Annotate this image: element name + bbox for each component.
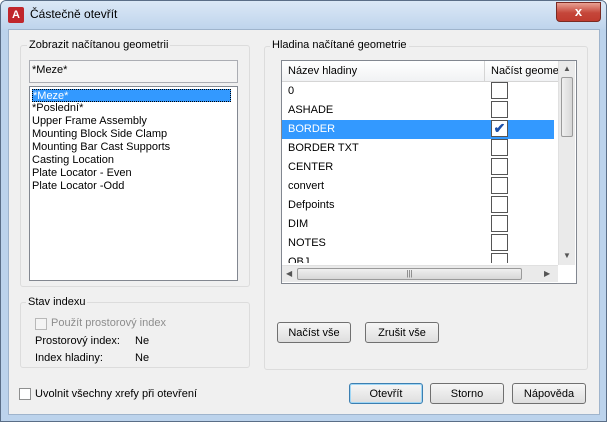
unload-xrefs-checkbox[interactable]	[19, 388, 31, 400]
dialog-client: Zobrazit načítanou geometrii *Meze* *Mez…	[8, 29, 600, 415]
index-status-group: Stav indexu Použít prostorový index Pros…	[20, 296, 250, 368]
horizontal-scroll-thumb[interactable]: |||	[297, 268, 522, 280]
layer-name: BORDER TXT	[288, 142, 359, 154]
layer-row[interactable]: ASHADE	[282, 101, 554, 120]
view-geometry-group-label: Zobrazit načítanou geometrii	[27, 39, 171, 51]
view-list-item[interactable]: Mounting Bar Cast Supports	[32, 141, 231, 154]
clear-all-button[interactable]: Zrušit vše	[365, 322, 439, 343]
title-bar[interactable]: A Částečně otevřít x	[1, 1, 606, 29]
load-geometry-checkbox[interactable]	[491, 101, 508, 118]
layer-row[interactable]: convert	[282, 177, 554, 196]
layer-geometry-group-label: Hladina načítané geometrie	[270, 39, 409, 51]
load-geometry-checkbox[interactable]	[491, 158, 508, 175]
layer-row[interactable]: OBJ	[282, 253, 554, 263]
view-geometry-group: Zobrazit načítanou geometrii *Meze* *Mez…	[20, 39, 250, 287]
layer-row[interactable]: Defpoints	[282, 196, 554, 215]
layer-row[interactable]: BORDER TXT	[282, 139, 554, 158]
close-button[interactable]: x	[556, 2, 601, 22]
open-label: Otevřít	[369, 388, 403, 400]
layer-geometry-group: Hladina načítané geometrie Název hladiny…	[264, 39, 588, 370]
window-title: Částečně otevřít	[30, 7, 118, 21]
view-list[interactable]: *Meze* *Poslední* Upper Frame Assembly Moun…	[29, 86, 238, 281]
view-list-item[interactable]: *Meze*	[32, 89, 231, 102]
spatial-index-label: Prostorový index:	[35, 335, 120, 347]
layer-row[interactable]: DIM	[282, 215, 554, 234]
scroll-down-icon[interactable]: ▼	[563, 251, 571, 260]
view-list-item[interactable]: *Poslední*	[32, 102, 231, 115]
view-list-item[interactable]: Casting Location	[32, 154, 231, 167]
open-button[interactable]: Otevřít	[349, 383, 423, 404]
unload-xrefs-label: Uvolnit všechny xrefy při otevření	[35, 388, 198, 400]
load-geometry-checkbox[interactable]	[491, 234, 508, 251]
view-list-item[interactable]: Upper Frame Assembly	[32, 115, 231, 128]
layer-row[interactable]: BORDER ✔	[282, 120, 554, 139]
scroll-right-icon[interactable]: ▶	[544, 269, 550, 278]
view-list-item[interactable]: Mounting Block Side Clamp	[32, 128, 231, 141]
use-spatial-index-label: Použít prostorový index	[51, 317, 166, 329]
layer-index-value: Ne	[135, 352, 150, 364]
load-all-label: Načíst vše	[288, 327, 340, 339]
layer-name: CENTER	[288, 161, 334, 173]
layer-name: DIM	[288, 218, 309, 230]
layer-name: OBJ	[288, 256, 310, 263]
cancel-button[interactable]: Storno	[430, 383, 504, 404]
load-geometry-checkbox[interactable]	[491, 139, 508, 156]
load-geometry-checkbox[interactable]	[491, 196, 508, 213]
help-label: Nápověda	[523, 388, 575, 400]
layer-row[interactable]: 0	[282, 82, 554, 101]
column-header-load-geometry[interactable]: Načíst geome	[491, 65, 559, 77]
layer-name: convert	[288, 180, 325, 192]
load-geometry-checkbox[interactable]	[491, 215, 508, 232]
load-geometry-checkbox[interactable]	[491, 177, 508, 194]
use-spatial-index-checkbox[interactable]	[35, 318, 47, 330]
vertical-scroll-thumb[interactable]	[561, 77, 573, 137]
scroll-left-icon[interactable]: ◀	[286, 269, 292, 278]
layer-name: NOTES	[288, 237, 326, 249]
scroll-up-icon[interactable]: ▲	[563, 64, 571, 73]
layer-table: Název hladiny Načíst geome 0 ASHADE BORDER…	[281, 60, 577, 284]
autocad-app-icon: A	[8, 7, 24, 23]
vertical-scrollbar[interactable]: ▲ ▼	[558, 61, 575, 265]
load-geometry-checkbox[interactable]	[491, 253, 508, 263]
load-geometry-checkbox[interactable]	[491, 82, 508, 99]
layer-name: BORDER	[288, 123, 336, 135]
layer-index-label: Index hladiny:	[35, 352, 103, 364]
column-header-layer-name[interactable]: Název hladiny	[288, 65, 357, 77]
help-button[interactable]: Nápověda	[512, 383, 586, 404]
load-all-button[interactable]: Načíst vše	[277, 322, 351, 343]
layer-rows: 0 ASHADE BORDER ✔ BORDER TXT CENTER convert Def…	[282, 82, 558, 263]
load-geometry-checkbox[interactable]: ✔	[491, 120, 508, 137]
selected-view-value: *Meze*	[32, 64, 68, 76]
layer-row[interactable]: NOTES	[282, 234, 554, 253]
spatial-index-value: Ne	[135, 335, 150, 347]
clear-all-label: Zrušit vše	[378, 327, 426, 339]
index-status-group-label: Stav indexu	[26, 296, 88, 308]
cancel-label: Storno	[450, 388, 484, 400]
column-divider	[484, 61, 485, 81]
selected-view-field: *Meze*	[29, 60, 238, 83]
view-list-item[interactable]: Plate Locator -Odd	[32, 180, 231, 193]
layer-name: 0	[288, 85, 295, 97]
view-list-item[interactable]: Plate Locator - Even	[32, 167, 231, 180]
dialog-window: A Částečně otevřít x Zobrazit načítanou …	[0, 0, 607, 422]
layer-table-header: Název hladiny Načíst geome	[282, 61, 574, 82]
layer-name: Defpoints	[288, 199, 335, 211]
horizontal-scrollbar[interactable]: ◀ ||| ▶	[282, 265, 558, 282]
layer-name: ASHADE	[288, 104, 334, 116]
layer-row[interactable]: CENTER	[282, 158, 554, 177]
